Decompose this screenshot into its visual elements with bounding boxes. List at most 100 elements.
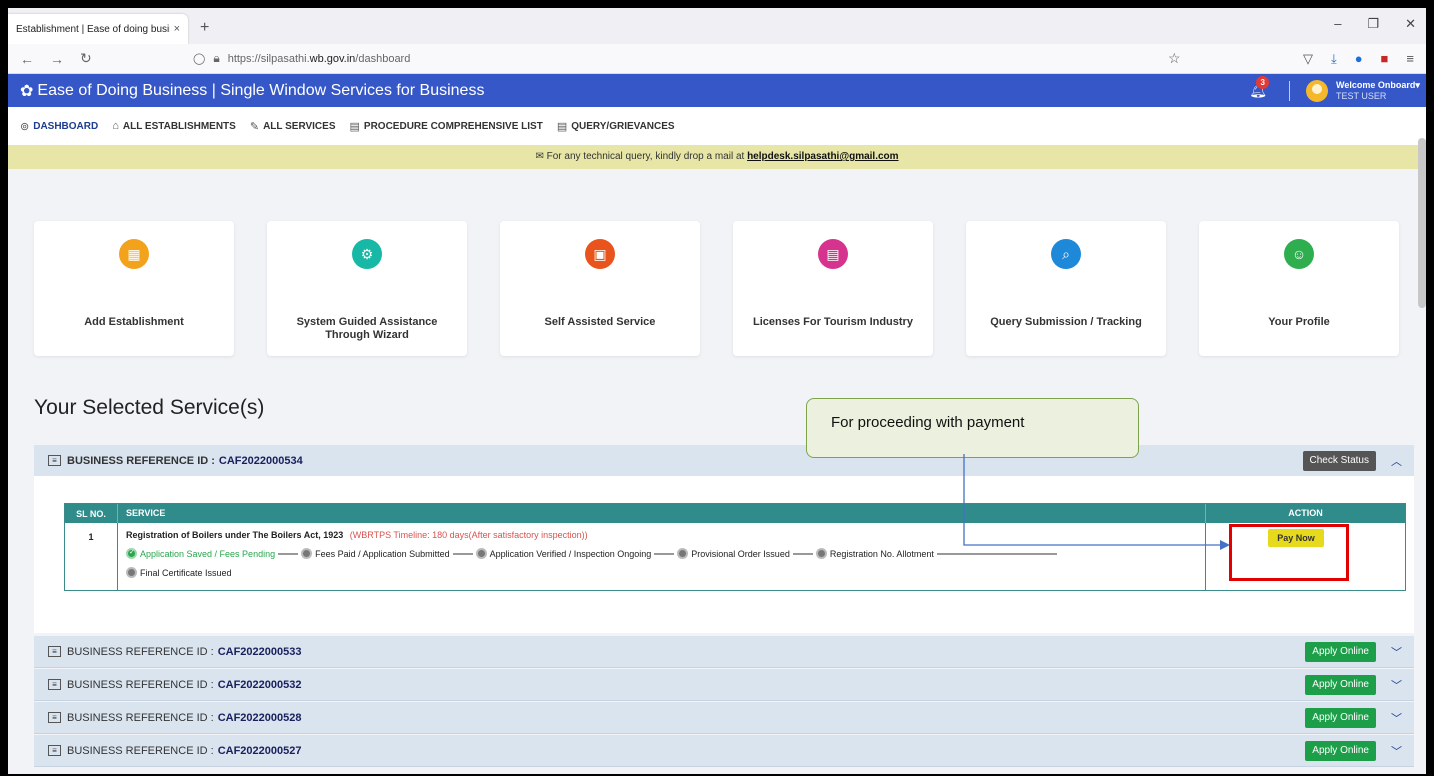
business-accordion[interactable]: ≡ BUSINESS REFERENCE ID : CAF2022000532 … bbox=[34, 669, 1414, 701]
list-icon: ≡ bbox=[48, 679, 61, 690]
business-accordion[interactable]: ≡ BUSINESS REFERENCE ID : CAF2022000533 … bbox=[34, 636, 1414, 668]
browser-tab[interactable]: Establishment | Ease of doing busin × bbox=[8, 14, 188, 44]
check-circle-icon bbox=[126, 548, 137, 559]
pending-dot-icon bbox=[677, 548, 689, 559]
menu-item-query-grievances[interactable]: ▤ QUERY/GRIEVANCES bbox=[557, 120, 675, 133]
bookmark-star-icon[interactable]: ☆ bbox=[1168, 50, 1181, 67]
header-action: ACTION bbox=[1205, 504, 1405, 523]
card-label: Query Submission / Tracking bbox=[990, 316, 1142, 328]
apply-online-button[interactable]: Apply Online bbox=[1305, 674, 1376, 695]
url-bar[interactable]: ◯ 🔒︎ https://silpasathi.wb.gov.in/dashbo… bbox=[193, 51, 410, 66]
helpdesk-email-link[interactable]: helpdesk.silpasathi@gmail.com bbox=[747, 151, 898, 162]
pending-dot-icon bbox=[301, 548, 313, 559]
close-icon[interactable]: × bbox=[174, 23, 180, 35]
list-icon: ▤ bbox=[349, 120, 360, 133]
pending-dot-icon bbox=[475, 548, 487, 559]
chevron-down-icon[interactable]: ﹀ bbox=[1391, 710, 1402, 726]
step-6: Final Certificate Issued bbox=[126, 567, 1197, 578]
chevron-down-icon[interactable]: ﹀ bbox=[1391, 743, 1402, 759]
business-ref-id: CAF2022000527 bbox=[217, 744, 302, 757]
header-sl: SL NO. bbox=[76, 508, 106, 519]
grid-icon: ▣ bbox=[585, 239, 615, 269]
user-menu[interactable]: Welcome Onboard▾ TEST USER bbox=[1336, 80, 1426, 102]
service-table: SL NO. SERVICE ACTION 1 Registration of … bbox=[64, 503, 1406, 591]
lock-icon: 🔒︎ bbox=[213, 51, 220, 65]
menu-icon[interactable]: ≡ bbox=[1406, 51, 1414, 66]
business-ref-id: CAF2022000528 bbox=[217, 711, 302, 724]
step-connector bbox=[792, 552, 813, 555]
callout-annotation: For proceeding with payment bbox=[806, 398, 1139, 458]
url-text: https://silpasathi.wb.gov.in/dashboard bbox=[227, 52, 411, 65]
mail-icon: ✉ bbox=[535, 151, 544, 162]
quick-actions: ▦ Add Establishment ⚙ System Guided Assi… bbox=[34, 221, 1399, 356]
service-name: Registration of Boilers under The Boiler… bbox=[126, 530, 344, 540]
card-tourism-licenses[interactable]: ▤ Licenses For Tourism Industry bbox=[733, 221, 933, 356]
menu-item-all-services[interactable]: ✎ ALL SERVICES bbox=[250, 120, 336, 133]
app-title: Ease of Doing Business | Single Window S… bbox=[37, 81, 485, 99]
business-accordion-open[interactable]: ≡ BUSINESS REFERENCE ID : CAF2022000534 … bbox=[34, 445, 1414, 477]
service-timeline: (WBRTPS Timeline: 180 days(After satisfa… bbox=[349, 530, 588, 540]
step-2: Fees Paid / Application Submitted bbox=[301, 548, 450, 559]
avatar[interactable] bbox=[1306, 79, 1328, 102]
notification-badge: 3 bbox=[1256, 76, 1270, 89]
chevron-down-icon[interactable]: ﹀ bbox=[1391, 677, 1402, 693]
gear-icon: ⚙ bbox=[352, 239, 382, 269]
dashboard-icon: ⊚ bbox=[20, 120, 30, 133]
extension-icon-2[interactable]: ■ bbox=[1381, 51, 1389, 66]
forward-icon[interactable]: → bbox=[50, 51, 64, 67]
step-5: Registration No. Allotment bbox=[815, 548, 934, 559]
chevron-up-icon[interactable]: ︿ bbox=[1391, 453, 1402, 469]
scrollbar[interactable] bbox=[1418, 138, 1426, 308]
card-self-assisted[interactable]: ▣ Self Assisted Service bbox=[500, 221, 700, 356]
list-icon: ≡ bbox=[48, 745, 61, 756]
card-your-profile[interactable]: ☺ Your Profile bbox=[1199, 221, 1399, 356]
divider bbox=[1289, 80, 1290, 101]
card-add-establishment[interactable]: ▦ Add Establishment bbox=[34, 221, 234, 356]
pending-dot-icon bbox=[815, 548, 827, 559]
highlight-box bbox=[1229, 524, 1349, 581]
menu-item-procedure-list[interactable]: ▤ PROCEDURE COMPREHENSIVE LIST bbox=[350, 120, 543, 133]
restore-icon[interactable]: ❐ bbox=[1367, 16, 1379, 32]
step-4: Provisional Order Issued bbox=[677, 548, 790, 559]
step-3: Application Verified / Inspection Ongoin… bbox=[475, 548, 651, 559]
back-icon[interactable]: ← bbox=[20, 51, 34, 67]
card-query-tracking[interactable]: ⌕ Query Submission / Tracking bbox=[966, 221, 1166, 356]
business-ref-label: BUSINESS REFERENCE ID : bbox=[67, 645, 214, 658]
business-accordion[interactable]: ≡ BUSINESS REFERENCE ID : CAF2022000528 … bbox=[34, 702, 1414, 734]
window-controls: – ❐ ✕ bbox=[1334, 16, 1416, 32]
profile-icon: ☺ bbox=[1284, 239, 1314, 269]
apply-online-button[interactable]: Apply Online bbox=[1305, 740, 1376, 761]
bell-icon[interactable]: 🔔︎ 3 bbox=[1249, 76, 1270, 99]
menu-item-dashboard[interactable]: ⊚ DASHBOARD bbox=[20, 120, 98, 133]
minimize-icon[interactable]: – bbox=[1334, 16, 1341, 32]
card-label: Your Profile bbox=[1268, 316, 1330, 328]
pending-dot-icon bbox=[126, 567, 137, 578]
card-guided-assistance[interactable]: ⚙ System Guided Assistance Through Wizar… bbox=[267, 221, 467, 356]
apply-online-button[interactable]: Apply Online bbox=[1305, 707, 1376, 728]
reload-icon[interactable]: ↻ bbox=[80, 50, 92, 67]
card-label: System Guided Assistance Through Wizard bbox=[296, 316, 438, 341]
menu-item-all-establishments[interactable]: ⌂ ALL ESTABLISHMENTS bbox=[112, 120, 236, 132]
apply-online-button[interactable]: Apply Online bbox=[1305, 641, 1376, 662]
shield-icon: ◯ bbox=[193, 53, 206, 65]
step-1: Application Saved / Fees Pending bbox=[126, 548, 275, 559]
business-ref-label: BUSINESS REFERENCE ID : bbox=[67, 711, 214, 724]
new-tab-icon[interactable]: + bbox=[200, 19, 209, 37]
list-icon: ≡ bbox=[48, 455, 61, 466]
download-icon[interactable]: ⤓ bbox=[1331, 51, 1337, 67]
section-title: Your Selected Service(s) bbox=[34, 396, 265, 419]
card-label: Add Establishment bbox=[84, 316, 184, 328]
header-service: SERVICE bbox=[117, 504, 1205, 523]
pocket-icon[interactable]: ▽ bbox=[1303, 51, 1313, 67]
card-label: Licenses For Tourism Industry bbox=[753, 316, 913, 328]
extension-icon[interactable]: ● bbox=[1355, 51, 1363, 66]
check-status-button[interactable]: Check Status bbox=[1302, 450, 1376, 471]
close-window-icon[interactable]: ✕ bbox=[1405, 16, 1416, 32]
chevron-down-icon[interactable]: ﹀ bbox=[1391, 644, 1402, 660]
table-row: 1 Registration of Boilers under The Boil… bbox=[65, 523, 1405, 590]
status-steps: Application Saved / Fees Pending Fees Pa… bbox=[126, 548, 1197, 578]
business-accordion[interactable]: ≡ BUSINESS REFERENCE ID : CAF2022000527 … bbox=[34, 735, 1414, 767]
table-header: SL NO. SERVICE ACTION bbox=[65, 504, 1405, 523]
toolbar-icons: ▽ ⤓ ● ■ ≡ bbox=[1303, 51, 1414, 67]
browser-window: Establishment | Ease of doing busin × + … bbox=[8, 8, 1426, 774]
